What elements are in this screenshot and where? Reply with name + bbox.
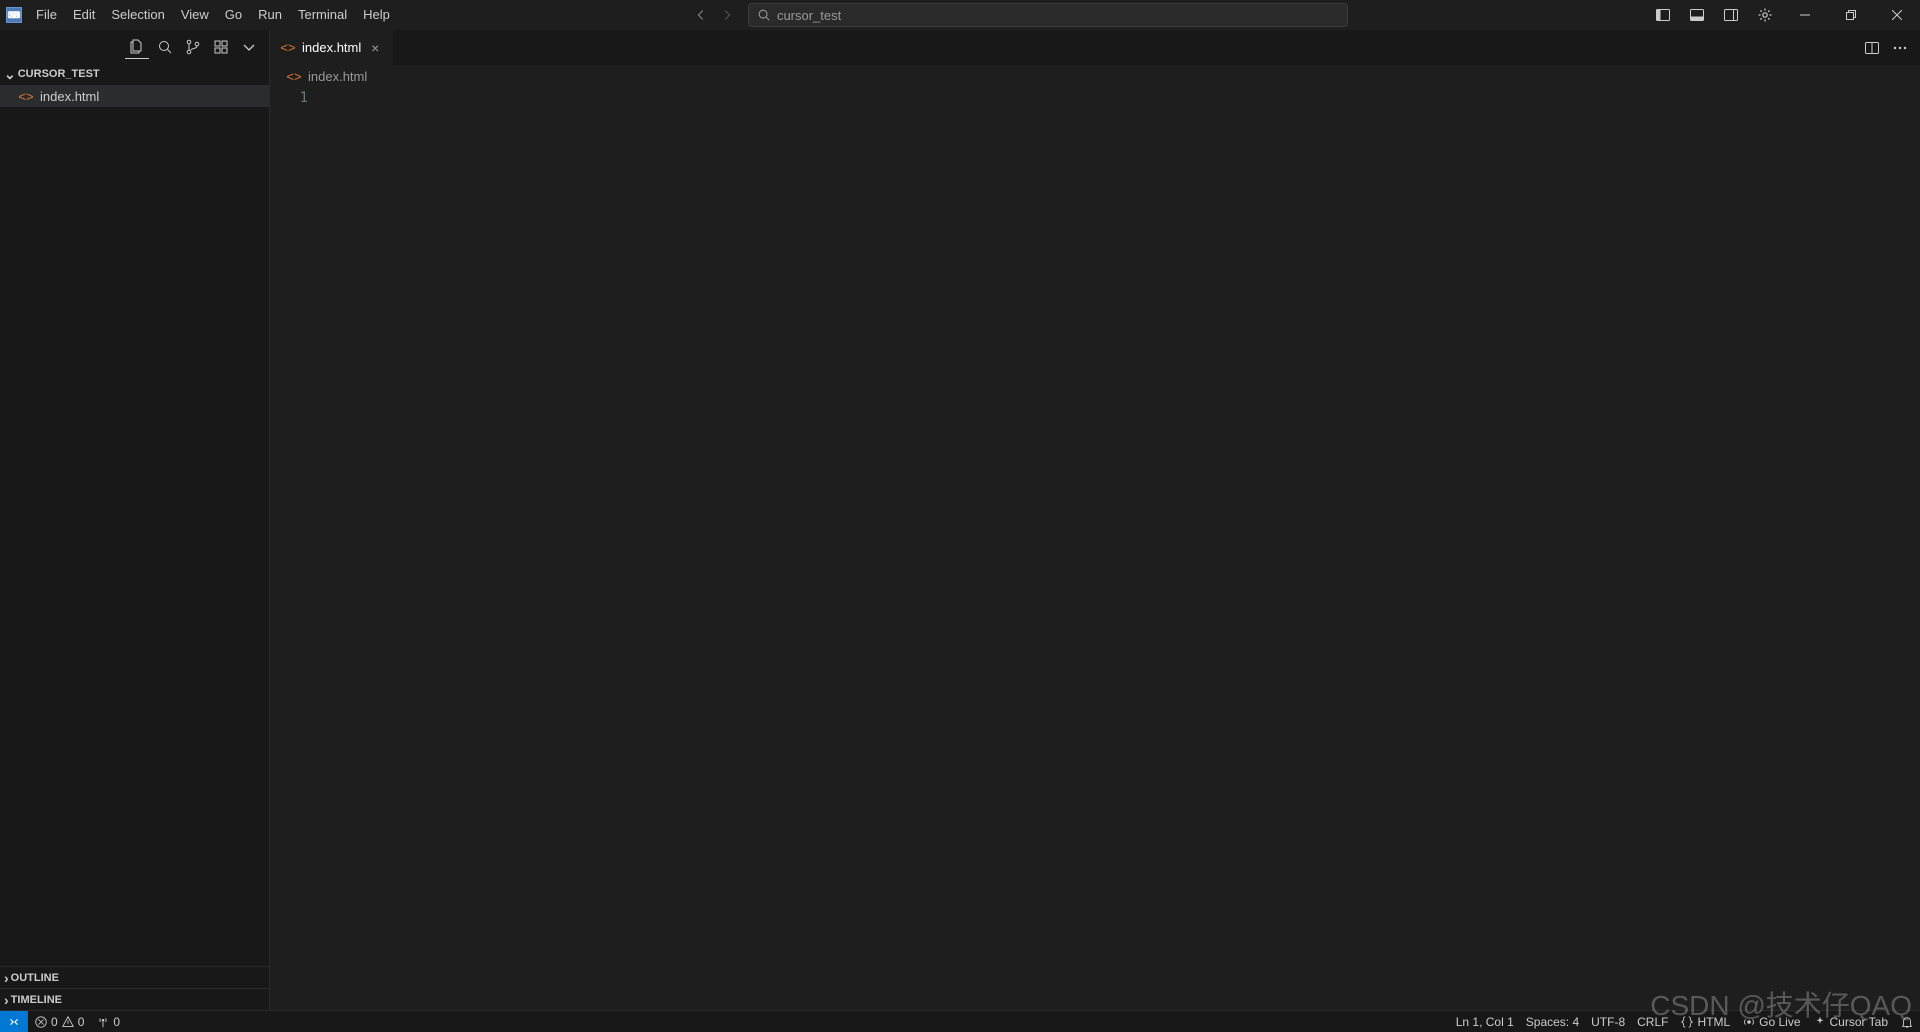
more-views-button[interactable] (237, 35, 261, 59)
broadcast-icon (1742, 1015, 1756, 1029)
menu-go[interactable]: Go (217, 0, 250, 30)
tab-index-html[interactable]: <> index.html × (270, 30, 394, 65)
cursor-position[interactable]: Ln 1, Col 1 (1450, 1011, 1520, 1032)
toggle-primary-sidebar-button[interactable] (1646, 0, 1680, 30)
nav-forward-button[interactable] (714, 0, 740, 30)
toggle-secondary-sidebar-button[interactable] (1714, 0, 1748, 30)
html-file-icon: <> (280, 40, 296, 56)
window-maximize-button[interactable] (1828, 0, 1874, 30)
timeline-label: TIMELINE (11, 994, 62, 1006)
settings-button[interactable] (1748, 0, 1782, 30)
split-horizontal-icon (1864, 40, 1880, 56)
errors-count: 0 (51, 1015, 58, 1029)
explorer-toolbar (0, 30, 269, 63)
bell-icon (1900, 1015, 1914, 1029)
radio-tower-icon (96, 1015, 110, 1029)
layout-panel-icon (1689, 7, 1705, 23)
layout-sidebar-left-icon (1655, 7, 1671, 23)
statusbar: 0 0 0 Ln 1, Col 1 Spaces: 4 UTF-8 CRLF H… (0, 1010, 1920, 1032)
explorer-view-button[interactable] (125, 35, 149, 59)
minimize-icon (1800, 10, 1810, 20)
notifications-button[interactable] (1894, 1011, 1920, 1032)
sparkle-icon (1813, 1015, 1827, 1029)
menu-help[interactable]: Help (355, 0, 398, 30)
go-live-button[interactable]: Go Live (1736, 1011, 1806, 1032)
toggle-panel-button[interactable] (1680, 0, 1714, 30)
source-control-button[interactable] (181, 35, 205, 59)
folder-header[interactable]: ⌄ CURSOR_TEST (0, 63, 269, 85)
cursor-tab-button[interactable]: Cursor Tab (1807, 1011, 1894, 1032)
search-icon (157, 39, 173, 55)
tab-close-button[interactable]: × (367, 40, 383, 56)
chevron-down-icon (241, 39, 257, 55)
breadcrumb-file: index.html (308, 69, 367, 84)
titlebar: ⌨ File Edit Selection View Go Run Termin… (0, 0, 1920, 30)
nav-back-button[interactable] (688, 0, 714, 30)
more-actions-button[interactable] (1888, 36, 1912, 60)
menu-selection[interactable]: Selection (103, 0, 172, 30)
menu-view[interactable]: View (173, 0, 217, 30)
window-close-button[interactable] (1874, 0, 1920, 30)
chevron-right-icon: › (4, 992, 9, 1008)
html-file-icon: <> (286, 68, 302, 84)
arrow-left-icon (694, 8, 708, 22)
maximize-icon (1846, 10, 1856, 20)
error-icon (34, 1015, 48, 1029)
remote-icon (7, 1015, 21, 1029)
html-file-icon: <> (18, 88, 34, 104)
search-icon (757, 8, 771, 22)
warning-icon (61, 1015, 75, 1029)
menu-edit[interactable]: Edit (65, 0, 103, 30)
tab-label: index.html (302, 40, 361, 55)
tab-bar: <> index.html × (270, 30, 1920, 65)
menu-terminal[interactable]: Terminal (290, 0, 355, 30)
ellipsis-icon (1892, 40, 1908, 56)
menu-file[interactable]: File (28, 0, 65, 30)
outline-label: OUTLINE (11, 972, 59, 984)
menu-run[interactable]: Run (250, 0, 290, 30)
outline-section[interactable]: › OUTLINE (0, 966, 269, 988)
layout-sidebar-right-icon (1723, 7, 1739, 23)
folder-name: CURSOR_TEST (18, 68, 100, 80)
search-text: cursor_test (777, 8, 841, 23)
editor-body[interactable]: 1 (270, 87, 1920, 1010)
arrow-right-icon (720, 8, 734, 22)
line-number-1: 1 (270, 89, 308, 108)
chevron-down-icon: ⌄ (4, 66, 16, 83)
ports-count: 0 (113, 1015, 120, 1029)
ports-button[interactable]: 0 (90, 1011, 126, 1032)
git-branch-icon (185, 39, 201, 55)
indentation-button[interactable]: Spaces: 4 (1520, 1011, 1585, 1032)
braces-icon (1680, 1015, 1694, 1029)
problems-button[interactable]: 0 0 (28, 1011, 90, 1032)
window-minimize-button[interactable] (1782, 0, 1828, 30)
editor-area: <> index.html × <> index.html 1 (270, 30, 1920, 1010)
remote-button[interactable] (0, 1011, 28, 1032)
files-icon (129, 38, 145, 54)
app-logo: ⌨ (0, 7, 28, 23)
timeline-section[interactable]: › TIMELINE (0, 988, 269, 1010)
code-area[interactable] (320, 87, 1920, 1010)
command-center-search[interactable]: cursor_test (748, 3, 1348, 27)
layout-controls (1646, 0, 1782, 30)
split-editor-button[interactable] (1860, 36, 1884, 60)
encoding-button[interactable]: UTF-8 (1585, 1011, 1631, 1032)
file-item-index-html[interactable]: <> index.html (0, 85, 269, 107)
extensions-view-button[interactable] (209, 35, 233, 59)
line-gutter: 1 (270, 87, 320, 1010)
explorer-sidebar: ⌄ CURSOR_TEST <> index.html › OUTLINE › … (0, 30, 270, 1010)
warnings-count: 0 (78, 1015, 85, 1029)
file-name: index.html (40, 89, 99, 104)
extensions-icon (213, 39, 229, 55)
search-view-button[interactable] (153, 35, 177, 59)
menubar: File Edit Selection View Go Run Terminal… (28, 0, 398, 30)
eol-button[interactable]: CRLF (1631, 1011, 1674, 1032)
language-mode-button[interactable]: HTML (1674, 1011, 1736, 1032)
close-icon (1892, 10, 1902, 20)
chevron-right-icon: › (4, 970, 9, 986)
breadcrumb[interactable]: <> index.html (270, 65, 1920, 87)
gear-icon (1757, 7, 1773, 23)
